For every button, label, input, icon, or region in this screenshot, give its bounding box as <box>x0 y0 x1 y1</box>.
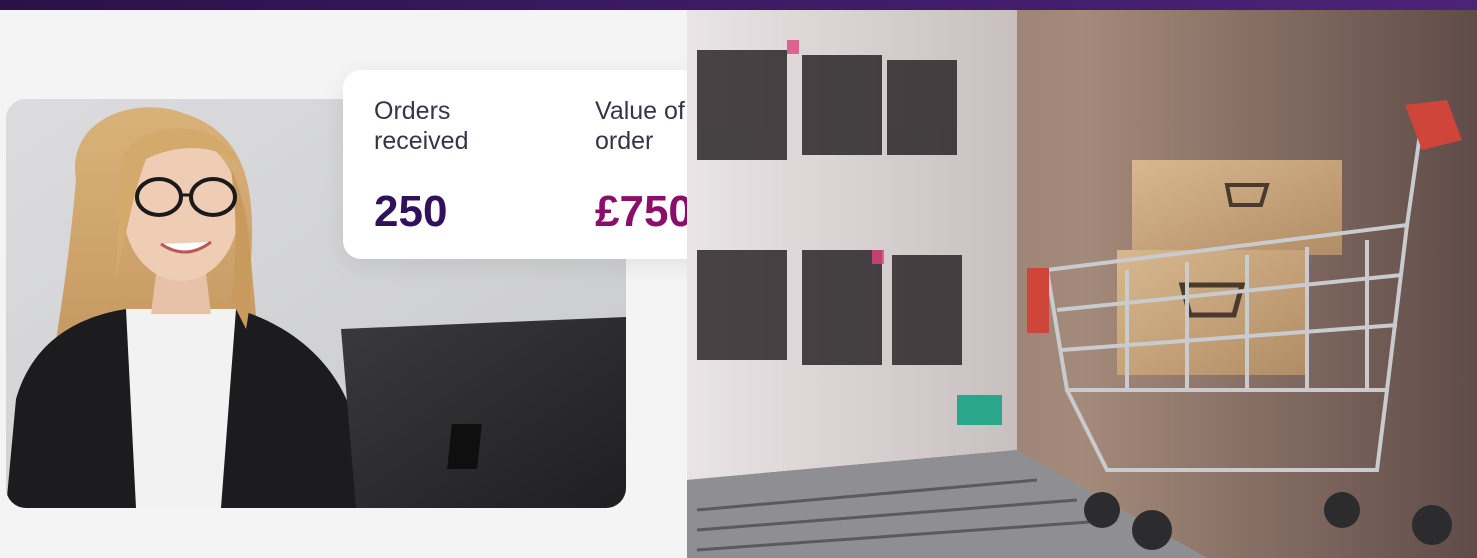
orders-received-value: 250 <box>374 187 448 236</box>
orders-received-stat: Orders received 250 <box>374 96 514 237</box>
top-banner-bar <box>0 0 1477 10</box>
orders-received-label: Orders received <box>374 97 469 155</box>
shopping-cart-on-laptop-photo <box>687 10 1477 558</box>
